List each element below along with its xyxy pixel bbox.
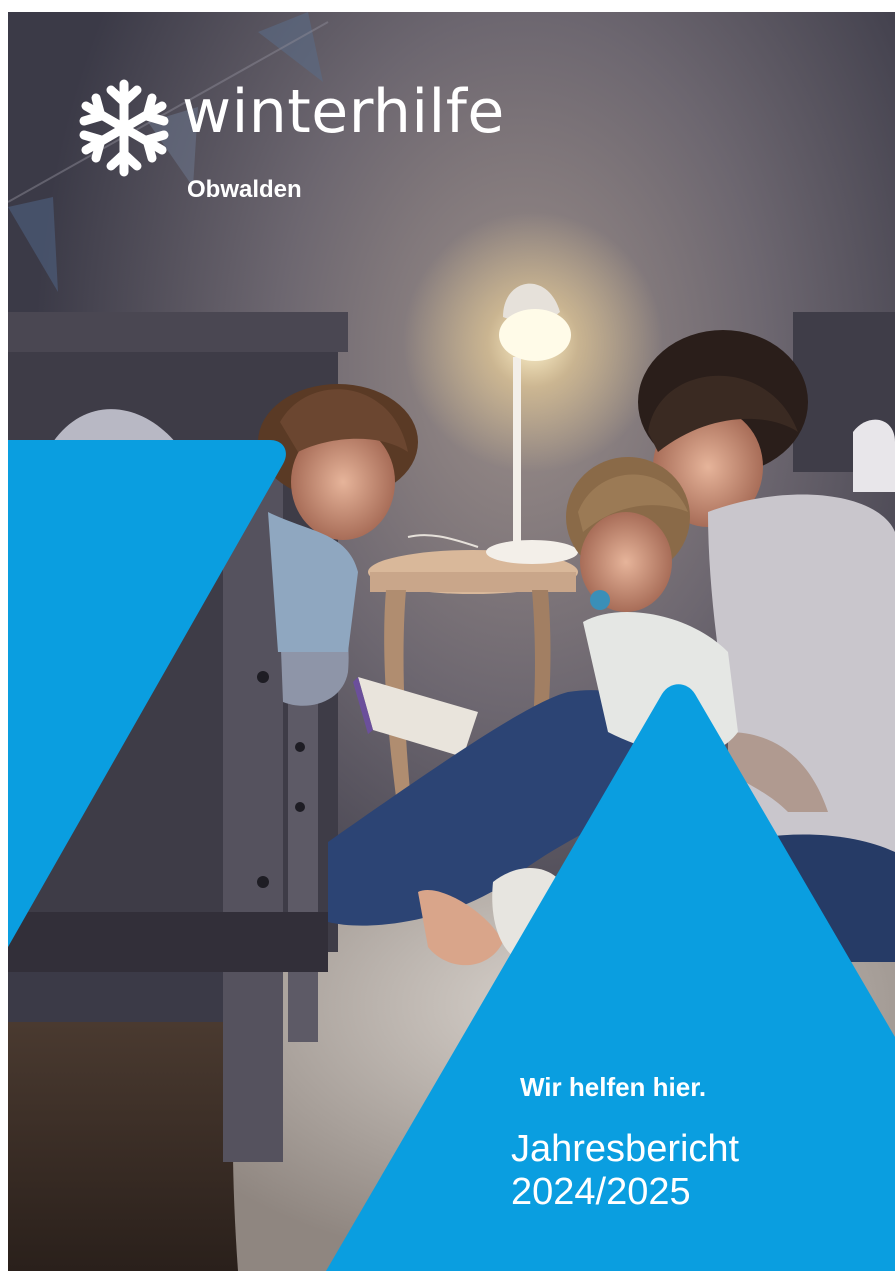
brand-name: winterhilfe [182, 77, 505, 147]
cover-title-line1: Jahresbericht [511, 1128, 740, 1170]
brand-region: Obwalden [187, 176, 302, 203]
cover-tagline: Wir helfen hier. [520, 1072, 707, 1102]
cover: winterhilfe Obwalden Wir helfen hier. Ja… [8, 12, 895, 1271]
brand-logo: winterhilfe Obwalden [74, 78, 594, 228]
cover-title-line2: 2024/2025 [511, 1171, 691, 1213]
report-page: winterhilfe Obwalden Wir helfen hier. Ja… [0, 0, 895, 1271]
cover-title: Jahresbericht 2024/2025 [511, 1128, 739, 1214]
snowflake-icon [79, 79, 169, 177]
